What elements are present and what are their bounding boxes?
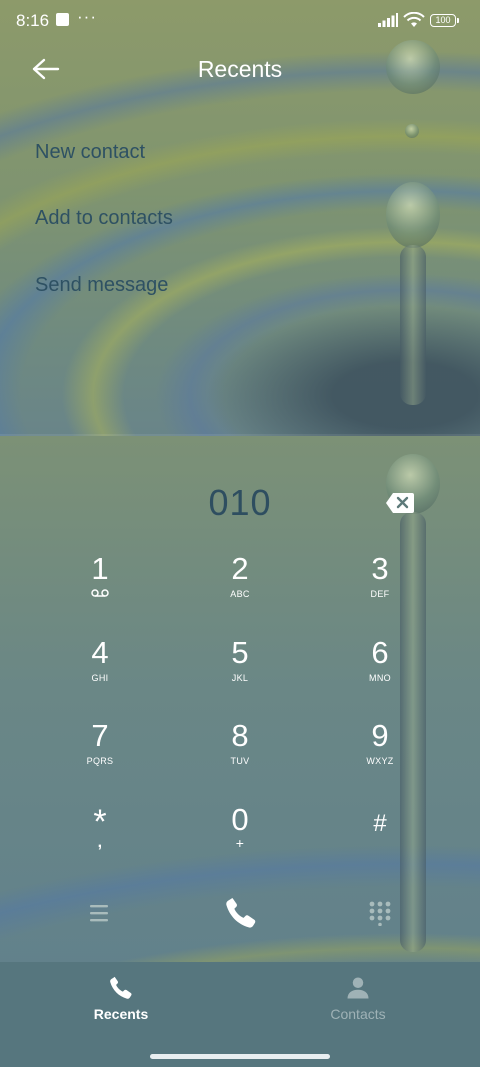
key-6[interactable]: 6 MNO (320, 636, 440, 714)
menu-icon (90, 905, 108, 922)
key-letters: WXYZ (366, 756, 394, 766)
home-indicator[interactable] (150, 1054, 330, 1059)
key-1[interactable]: 1 (40, 552, 160, 630)
key-letters: ABC (230, 589, 250, 599)
add-to-contacts-option[interactable]: Add to contacts (35, 207, 173, 230)
battery-icon: 100 (430, 14, 456, 27)
more-notifications-icon: ··· (77, 7, 97, 26)
call-button[interactable] (222, 894, 260, 937)
key-7[interactable]: 7 PQRS (40, 719, 160, 797)
key-digit: 5 (231, 635, 249, 670)
key-2[interactable]: 2 ABC (180, 552, 300, 630)
water-drop (405, 124, 419, 138)
key-letters: JKL (231, 673, 249, 683)
key-hash[interactable]: # (320, 803, 440, 881)
battery-level: 100 (435, 15, 451, 25)
key-digit: 3 (371, 551, 389, 586)
bottom-navigation: Recents Contacts (0, 962, 480, 1067)
tab-contacts[interactable]: Contacts (298, 974, 418, 1022)
key-letters: TUV (230, 756, 250, 766)
status-time: 8:16 (16, 11, 50, 30)
key-digit: * (93, 803, 107, 841)
page-title: Recents (197, 56, 283, 82)
status-bar: 8:16 ··· 100 (0, 0, 480, 44)
water-drop (386, 182, 440, 248)
key-3[interactable]: 3 DEF (320, 552, 440, 630)
key-digit: 7 (91, 718, 109, 753)
key-letters: DEF (370, 589, 390, 599)
phone-icon (110, 976, 132, 999)
key-digit: # (373, 810, 387, 837)
dialpad-icon (369, 901, 391, 927)
key-letters: , (97, 834, 103, 851)
key-digit: 8 (231, 718, 249, 753)
key-letters: MNO (369, 673, 391, 683)
backspace-icon (386, 493, 414, 513)
key-letters: + (235, 835, 245, 851)
key-0[interactable]: 0 + (180, 803, 300, 881)
tab-label: Recents (93, 1006, 149, 1022)
key-digit: 0 (231, 802, 249, 837)
menu-button[interactable] (86, 902, 114, 929)
key-4[interactable]: 4 GHI (40, 636, 160, 714)
dialpad-toggle[interactable] (367, 900, 393, 931)
divider (0, 434, 480, 436)
key-digit: 2 (231, 551, 249, 586)
key-letters: GHI (91, 673, 109, 683)
key-digit: 6 (371, 635, 389, 670)
key-star[interactable]: * , (40, 803, 160, 881)
key-digit: 9 (371, 718, 389, 753)
key-digit: 1 (91, 551, 109, 586)
key-letters: PQRS (86, 756, 114, 766)
send-message-option[interactable]: Send message (35, 274, 168, 297)
tab-recents[interactable]: Recents (61, 974, 181, 1022)
water-column (400, 245, 426, 405)
key-8[interactable]: 8 TUV (180, 719, 300, 797)
new-contact-option[interactable]: New contact (35, 141, 145, 164)
tab-label: Contacts (330, 1006, 386, 1022)
key-9[interactable]: 9 WXYZ (320, 719, 440, 797)
notification-icon (56, 13, 69, 26)
person-icon (347, 977, 369, 999)
voicemail-icon (91, 589, 109, 597)
wifi-icon (403, 12, 425, 27)
phone-icon (226, 897, 256, 928)
dialer-controls (0, 890, 480, 940)
battery-nub (457, 18, 459, 23)
key-digit: 4 (91, 635, 109, 670)
key-5[interactable]: 5 JKL (180, 636, 300, 714)
signal-icon (378, 13, 398, 27)
backspace-button[interactable] (385, 492, 415, 514)
